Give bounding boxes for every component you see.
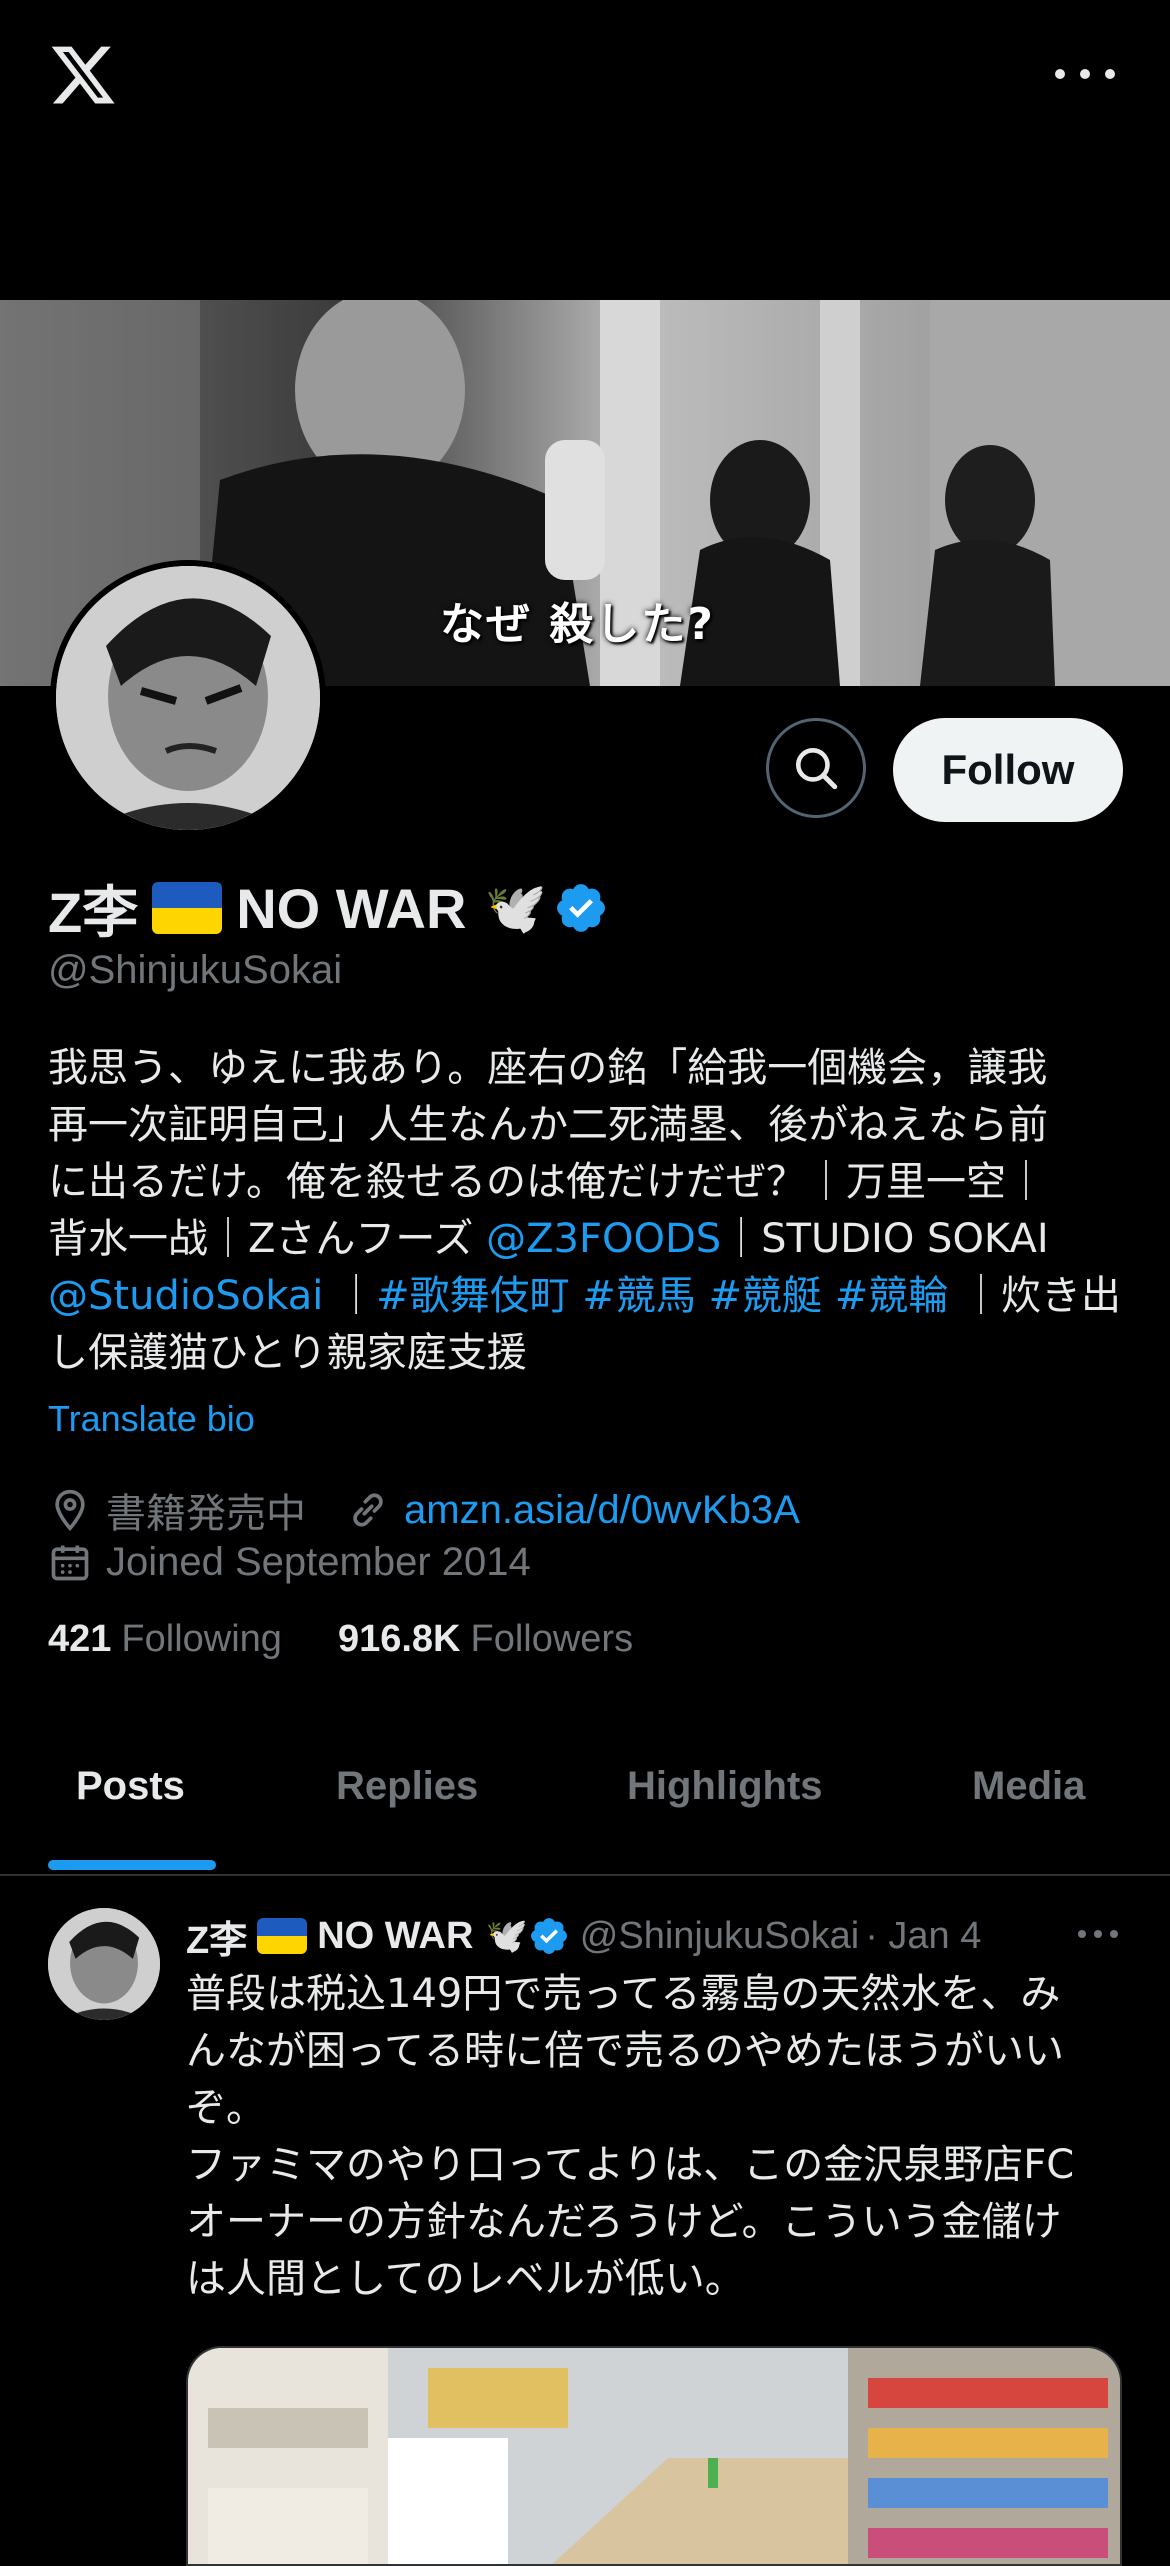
profile-tabs: Posts Replies Highlights Media — [0, 1740, 1170, 1876]
bio-line: に出るだけ。俺を殺せるのは俺だけだぜ？｜万里一空｜ — [48, 1159, 1046, 1205]
post-text-line: 普段は税込149円で売ってる霧島の天然水を、み — [186, 1971, 1061, 2017]
bio-line: 再一次証明自己」人生なんか二死満塁、後がねえなら前 — [48, 1102, 1048, 1148]
active-tab-indicator — [48, 1860, 216, 1870]
verified-badge-icon — [530, 1918, 567, 1954]
dove-emoji: 🕊️ — [484, 879, 547, 936]
post-text-line: ファミマのやり口ってよりは、この金沢泉野店FC — [186, 2142, 1075, 2188]
tab-media[interactable]: Media — [972, 1764, 1085, 1809]
bio-line: し保護猫ひとり親家庭支援 — [48, 1330, 527, 1376]
post-media-image[interactable] — [186, 2346, 1122, 2566]
following-count-link[interactable]: 421 Following — [48, 1618, 282, 1661]
follow-counts: 421 Following 916.8K Followers — [48, 1618, 633, 1661]
display-name-suffix: NO WAR — [236, 876, 467, 940]
bio-text: ｜ — [323, 1273, 377, 1319]
post-author-handle[interactable]: @ShinjukuSokai — [580, 1915, 859, 1958]
location-text: 書籍発売中 — [106, 1492, 306, 1536]
ukraine-flag-icon — [257, 1918, 308, 1954]
tab-replies[interactable]: Replies — [336, 1764, 478, 1809]
x-logo-icon[interactable] — [48, 40, 118, 110]
verified-badge-icon[interactable] — [553, 880, 609, 936]
follow-button[interactable]: Follow — [893, 718, 1123, 822]
profile-joined-row: Joined September 2014 — [48, 1532, 531, 1592]
location-icon — [55, 1489, 85, 1532]
mention-link-studiosokai[interactable]: @StudioSokai — [48, 1273, 323, 1319]
search-icon — [796, 748, 838, 790]
profile-avatar[interactable] — [50, 560, 326, 836]
followers-count: 916.8K — [337, 1618, 461, 1660]
banner-caption: なぜ 殺した? — [440, 599, 715, 650]
ukraine-flag-icon — [152, 882, 223, 934]
joined-text: Joined September 2014 — [106, 1539, 531, 1584]
search-profile-button[interactable] — [766, 718, 866, 818]
following-count: 421 — [48, 1618, 112, 1660]
bio-text: ｜炊き出 — [948, 1273, 1122, 1319]
post-author-name-text: Z李 — [186, 1919, 248, 1962]
profile-bio: 我思う、ゆえに我あり。座右の銘「給我一個機会，譲我 再一次証明自己」人生なんか二… — [48, 1040, 1128, 1382]
post-author-avatar[interactable] — [48, 1908, 160, 2020]
website-link[interactable]: amzn.asia/d/0wvKb3A — [404, 1488, 800, 1533]
profile-handle: @ShinjukuSokai — [48, 948, 343, 992]
post-author-name-suffix: NO WAR — [317, 1914, 474, 1957]
profile-display-name: Z李 NO WAR 🕊️ — [48, 868, 609, 948]
post-text-line: オーナーの方針なんだろうけど。こういう金儲け — [186, 2199, 1062, 2245]
followers-label: Followers — [470, 1618, 634, 1660]
bio-text: ｜STUDIO SOKAI — [721, 1216, 1049, 1262]
tab-posts[interactable]: Posts — [76, 1764, 185, 1809]
post-text-line: んなが困ってる時に倍で売るのやめたほうがいい — [186, 2028, 1064, 2074]
link-icon — [353, 1493, 383, 1527]
bio-line: 背水一战｜Zさんフーズ @Z3FOODS｜STUDIO SOKAI — [48, 1211, 1128, 1268]
bio-line: 我思う、ゆえに我あり。座右の銘「給我一個機会，譲我 — [48, 1045, 1048, 1091]
calendar-icon — [51, 1545, 89, 1581]
post-more-icon[interactable] — [1078, 1930, 1118, 1942]
post-text-line: は人間としてのレベルが低い。 — [186, 2256, 745, 2302]
bio-text: 背水一战｜Zさんフーズ — [48, 1216, 487, 1262]
translate-bio-link[interactable]: Translate bio — [48, 1398, 255, 1440]
display-name-text: Z李 — [48, 880, 139, 944]
profile-meta-row: 書籍発売中 amzn.asia/d/0wvKb3A — [48, 1480, 800, 1540]
post-text-line: ぞ。 — [186, 2085, 266, 2131]
followers-count-link[interactable]: 916.8K Followers — [338, 1618, 633, 1661]
dove-emoji: 🕊️ — [485, 1917, 528, 1955]
following-label: Following — [121, 1618, 282, 1660]
post-header: Z李 NO WAR 🕊️ @ShinjukuSokai · Jan 4 — [186, 1908, 1126, 1964]
post-text: 普段は税込149円で売ってる霧島の天然水を、み んなが困ってる時に倍で売るのやめ… — [186, 1966, 1126, 2308]
hashtag-links[interactable]: #歌舞伎町 #競馬 #競艇 #競輪 — [376, 1273, 948, 1319]
post-date[interactable]: · Jan 4 — [865, 1915, 981, 1958]
more-options-icon[interactable] — [1055, 50, 1115, 98]
tab-highlights[interactable]: Highlights — [627, 1764, 823, 1809]
top-bar — [0, 0, 1170, 300]
post-author-name[interactable]: Z李 NO WAR 🕊️ — [186, 1909, 570, 1964]
mention-link-z3foods[interactable]: @Z3FOODS — [486, 1216, 721, 1262]
bio-line: @StudioSokai ｜#歌舞伎町 #競馬 #競艇 #競輪 ｜炊き出 — [48, 1268, 1128, 1325]
